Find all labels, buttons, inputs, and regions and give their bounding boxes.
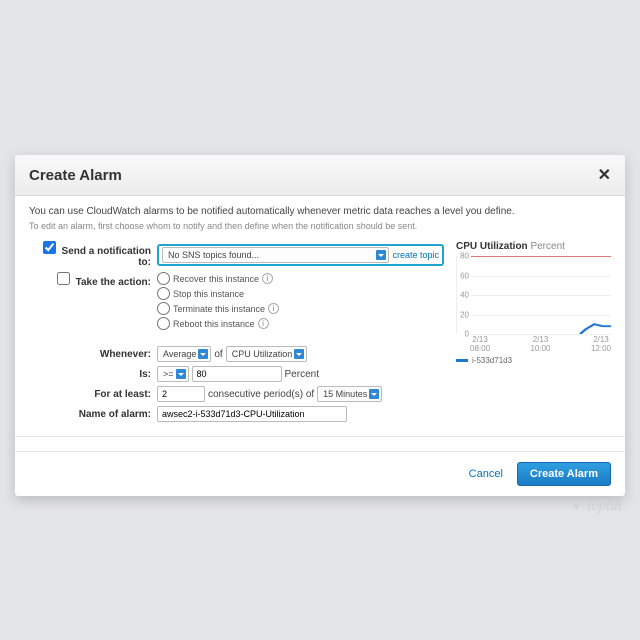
- chart-x-labels: 2/1308:00 2/1310:00 2/1312:00: [456, 336, 611, 354]
- action-stop[interactable]: Stop this instance: [157, 287, 279, 300]
- periods-input[interactable]: [157, 386, 205, 402]
- take-action-checkbox[interactable]: [57, 272, 70, 285]
- modal-header: Create Alarm ✕: [15, 155, 625, 196]
- threshold-input[interactable]: [192, 366, 282, 382]
- chart-column: CPU Utilization Percent 80 60 40 20 0: [456, 241, 611, 426]
- info-icon[interactable]: i: [268, 303, 279, 314]
- modal-footer: Cancel Create Alarm: [15, 451, 625, 496]
- statistic-select[interactable]: Average: [157, 346, 211, 362]
- modal-title: Create Alarm: [29, 167, 122, 184]
- create-alarm-button[interactable]: Create Alarm: [517, 462, 611, 486]
- create-topic-link[interactable]: create topic: [392, 250, 439, 260]
- take-action-label: Take the action:: [57, 277, 151, 288]
- whenever-label: Whenever:: [29, 349, 157, 360]
- watermark: toptal: [569, 498, 622, 515]
- series-line: [580, 324, 611, 334]
- alarm-name-label: Name of alarm:: [29, 409, 157, 420]
- action-recover[interactable]: Recover this instancei: [157, 272, 279, 285]
- create-alarm-modal: Create Alarm ✕ You can use CloudWatch al…: [15, 155, 625, 496]
- form-column: Send a notification to: No SNS topics fo…: [29, 241, 444, 426]
- is-label: Is:: [29, 369, 157, 380]
- action-reboot[interactable]: Reboot this instancei: [157, 317, 279, 330]
- info-icon[interactable]: i: [258, 318, 269, 329]
- toptal-logo-icon: [569, 500, 583, 514]
- action-terminate[interactable]: Terminate this instancei: [157, 302, 279, 315]
- chart-title: CPU Utilization Percent: [456, 241, 611, 252]
- close-icon[interactable]: ✕: [598, 165, 611, 185]
- operator-select[interactable]: >=: [157, 366, 189, 382]
- alarm-name-input[interactable]: [157, 406, 347, 422]
- period-length-select[interactable]: 15 Minutes: [317, 386, 382, 402]
- subintro-text: To edit an alarm, first choose whom to n…: [29, 221, 611, 231]
- cpu-chart: 80 60 40 20 0: [456, 256, 611, 334]
- metric-select[interactable]: CPU Utilization: [226, 346, 308, 362]
- legend-swatch: [456, 359, 468, 362]
- chart-legend: i-533d71d3: [456, 356, 611, 365]
- modal-body: You can use CloudWatch alarms to be noti…: [15, 196, 625, 451]
- sns-topic-select[interactable]: No SNS topics found...: [162, 247, 389, 263]
- send-notification-label: Send a notification to:: [43, 246, 151, 268]
- cancel-button[interactable]: Cancel: [469, 468, 503, 480]
- intro-text: You can use CloudWatch alarms to be noti…: [29, 206, 611, 217]
- info-icon[interactable]: i: [262, 273, 273, 284]
- send-notification-checkbox[interactable]: [43, 241, 56, 254]
- for-at-least-label: For at least:: [29, 389, 157, 400]
- divider: [15, 436, 625, 437]
- action-radio-group: Recover this instancei Stop this instanc…: [157, 272, 279, 330]
- chart-plot: [471, 256, 611, 334]
